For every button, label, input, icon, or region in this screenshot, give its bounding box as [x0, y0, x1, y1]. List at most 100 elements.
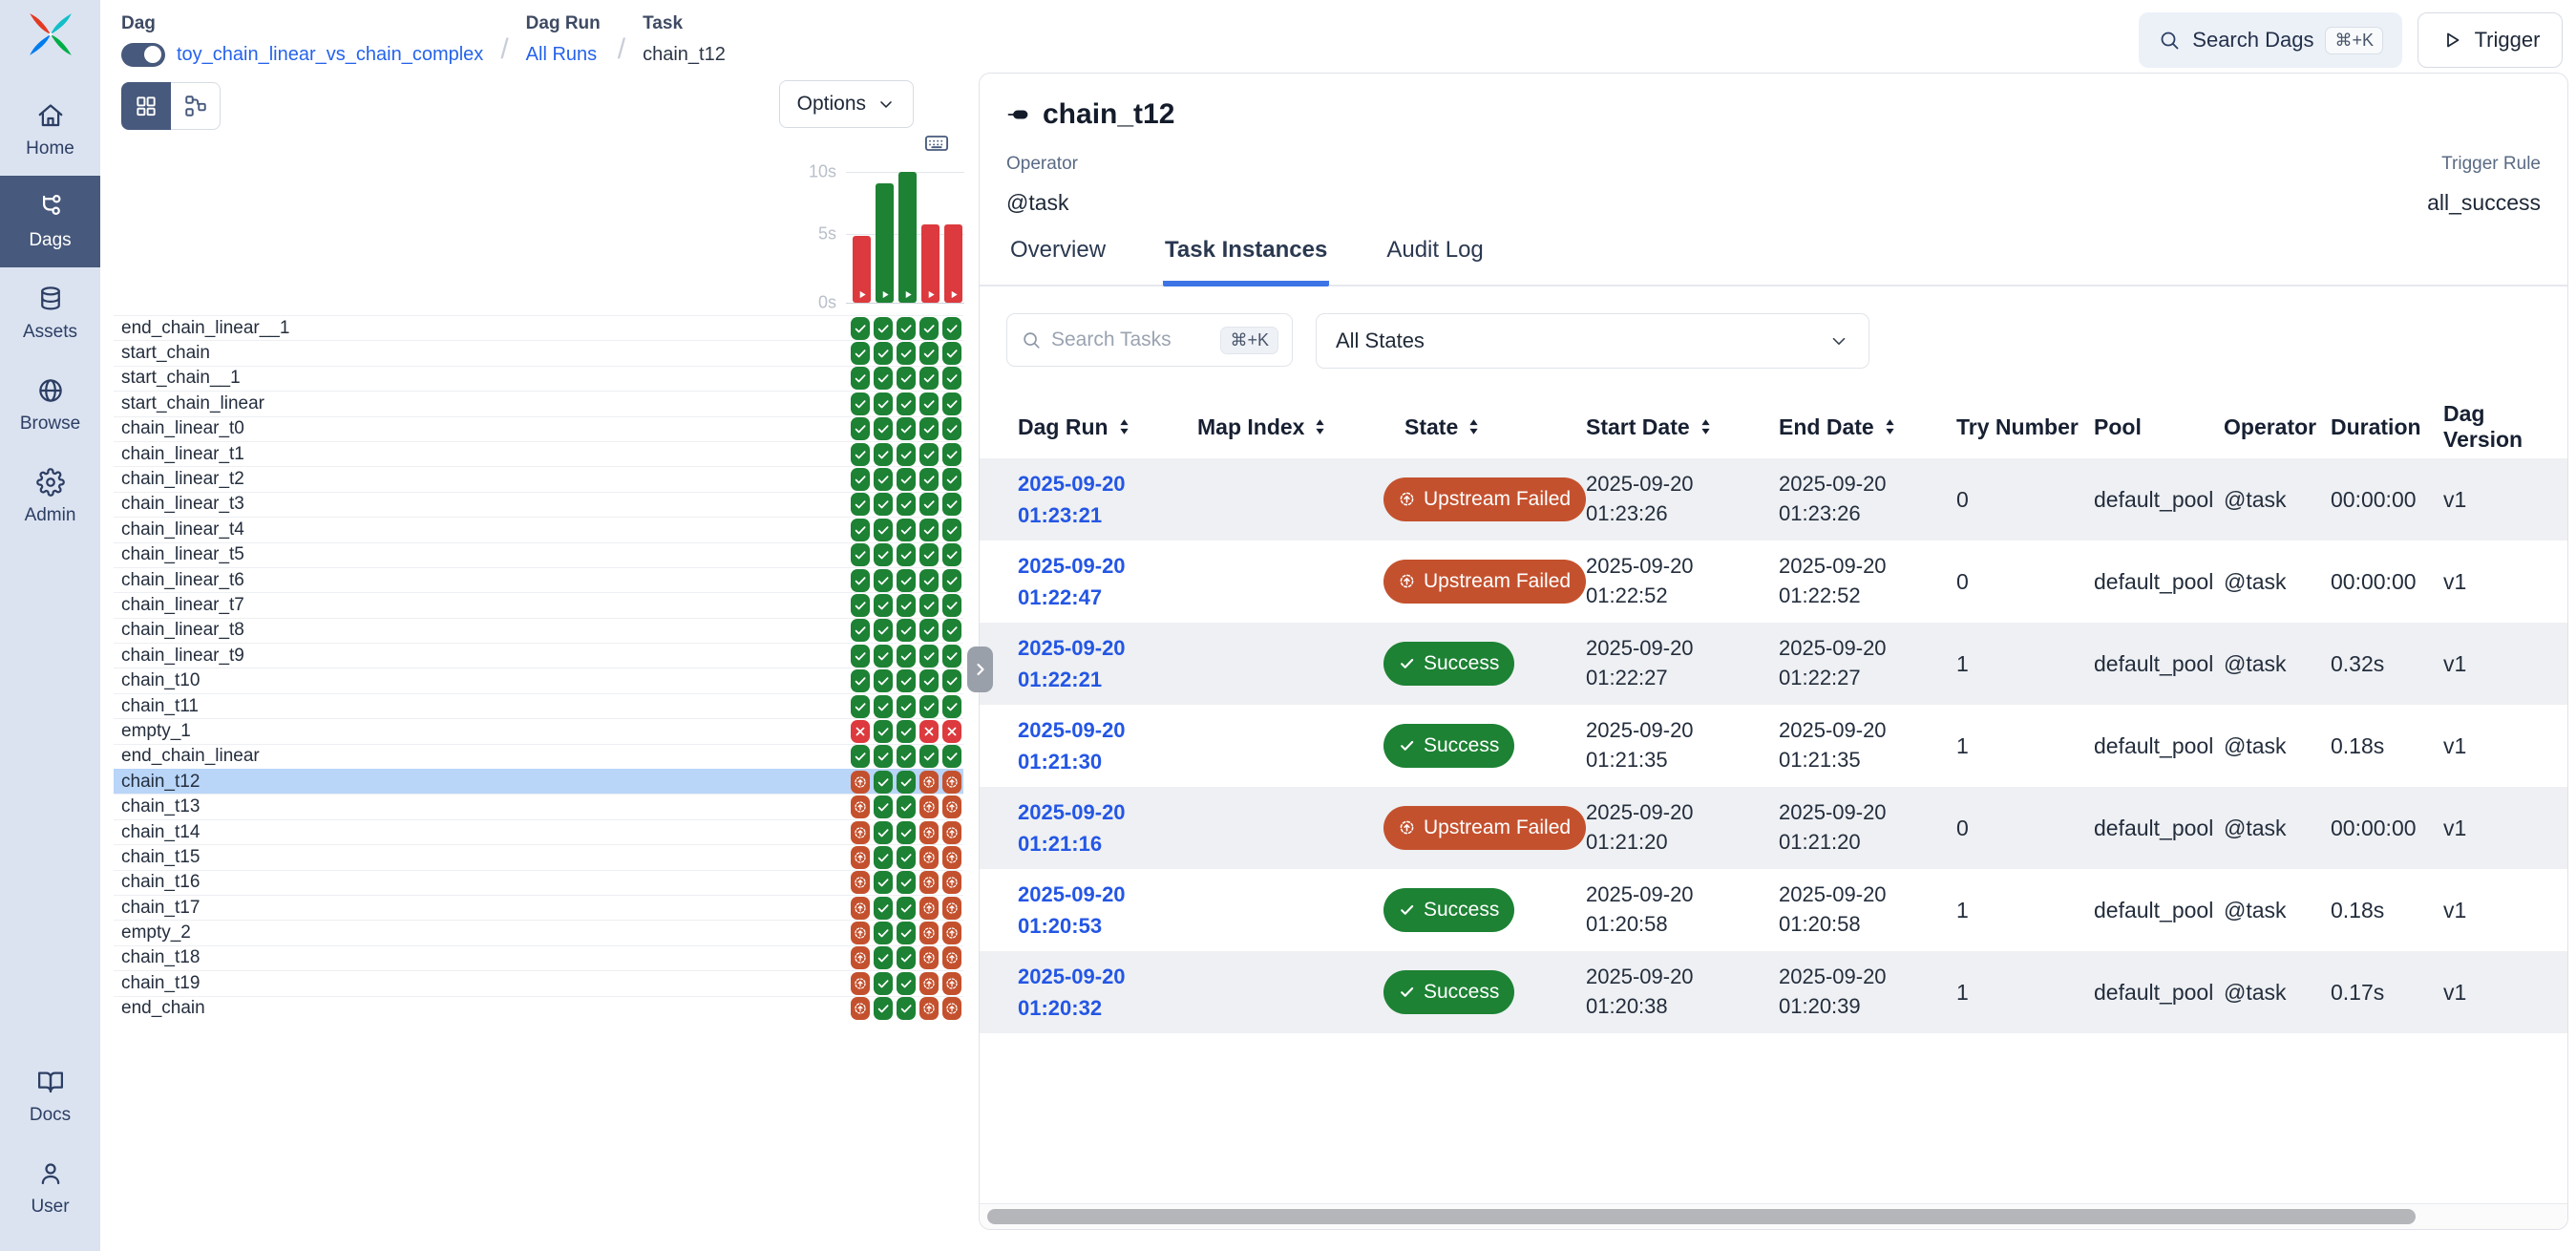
- task-instance-chip-success[interactable]: [851, 417, 870, 440]
- task-instance-chip-success[interactable]: [874, 468, 893, 491]
- task-instance-chip-success[interactable]: [874, 745, 893, 768]
- task-row[interactable]: chain_t18: [114, 945, 963, 970]
- task-instance-chip-success[interactable]: [919, 493, 939, 516]
- sidebar-item-admin[interactable]: Admin: [0, 451, 100, 542]
- task-row[interactable]: end_chain_linear: [114, 744, 963, 769]
- search-tasks-input[interactable]: [1051, 329, 1211, 351]
- task-instance-chip-success[interactable]: [874, 543, 893, 566]
- task-instance-chip-success[interactable]: [897, 720, 916, 743]
- task-instance-chip-success[interactable]: [851, 569, 870, 592]
- tab-audit-log[interactable]: Audit Log: [1384, 237, 1485, 286]
- task-instance-chip-success[interactable]: [874, 997, 893, 1020]
- task-instance-chip-success[interactable]: [919, 519, 939, 541]
- task-instance-chip-upstream_failed[interactable]: [919, 997, 939, 1020]
- task-instance-chip-success[interactable]: [851, 317, 870, 340]
- task-instance-chip-success[interactable]: [897, 392, 916, 415]
- options-button[interactable]: Options: [779, 80, 914, 128]
- task-instance-chip-success[interactable]: [919, 669, 939, 692]
- task-row[interactable]: chain_t13: [114, 794, 963, 818]
- airflow-logo[interactable]: [26, 10, 75, 59]
- task-instance-chip-upstream_failed[interactable]: [919, 771, 939, 794]
- task-instance-chip-upstream_failed[interactable]: [919, 972, 939, 995]
- task-instance-chip-upstream_failed[interactable]: [851, 922, 870, 944]
- task-instance-chip-success[interactable]: [851, 367, 870, 390]
- task-instance-chip-success[interactable]: [897, 519, 916, 541]
- task-instance-chip-success[interactable]: [919, 392, 939, 415]
- task-instance-chip-success[interactable]: [851, 695, 870, 718]
- task-instance-chip-success[interactable]: [897, 669, 916, 692]
- grid-view-button[interactable]: [121, 82, 171, 130]
- all-runs-link[interactable]: All Runs: [526, 44, 597, 66]
- dag-run-duration-bar[interactable]: [853, 236, 871, 303]
- task-instance-chip-success[interactable]: [874, 317, 893, 340]
- task-row[interactable]: chain_t14: [114, 819, 963, 844]
- tab-overview[interactable]: Overview: [1008, 237, 1108, 286]
- task-instance-chip-upstream_failed[interactable]: [942, 997, 961, 1020]
- task-row[interactable]: end_chain: [114, 996, 963, 1021]
- dag-run-link[interactable]: 2025-09-2001:21:16: [1018, 800, 1126, 856]
- task-instance-chip-success[interactable]: [942, 669, 961, 692]
- dag-run-duration-bar[interactable]: [944, 224, 962, 303]
- task-instance-chip-upstream_failed[interactable]: [919, 821, 939, 844]
- dag-pause-toggle[interactable]: [121, 43, 165, 67]
- dag-run-link[interactable]: 2025-09-2001:22:47: [1018, 554, 1126, 609]
- dag-link[interactable]: toy_chain_linear_vs_chain_complex: [177, 44, 483, 66]
- task-instance-chip-success[interactable]: [897, 871, 916, 894]
- task-instance-chip-success[interactable]: [897, 997, 916, 1020]
- dag-run-link[interactable]: 2025-09-2001:20:53: [1018, 882, 1126, 938]
- task-row[interactable]: chain_linear_t7: [114, 592, 963, 617]
- task-instance-chip-success[interactable]: [919, 367, 939, 390]
- task-instance-chip-success[interactable]: [851, 594, 870, 617]
- task-instance-chip-success[interactable]: [851, 645, 870, 668]
- task-row[interactable]: chain_linear_t9: [114, 643, 963, 668]
- task-instance-chip-success[interactable]: [919, 569, 939, 592]
- task-instance-chip-success[interactable]: [897, 569, 916, 592]
- dag-run-link[interactable]: 2025-09-2001:22:21: [1018, 636, 1126, 691]
- task-instance-chip-success[interactable]: [851, 493, 870, 516]
- task-instance-chip-success[interactable]: [897, 619, 916, 642]
- task-instance-chip-failed[interactable]: [919, 720, 939, 743]
- task-instance-chip-upstream_failed[interactable]: [851, 972, 870, 995]
- task-instance-chip-success[interactable]: [897, 972, 916, 995]
- task-instance-chip-success[interactable]: [919, 543, 939, 566]
- task-instance-chip-success[interactable]: [942, 443, 961, 466]
- task-instance-chip-upstream_failed[interactable]: [919, 871, 939, 894]
- task-instance-chip-success[interactable]: [874, 342, 893, 365]
- task-instance-chip-success[interactable]: [897, 417, 916, 440]
- task-instance-chip-success[interactable]: [919, 317, 939, 340]
- task-instance-chip-success[interactable]: [897, 468, 916, 491]
- task-row[interactable]: chain_t15: [114, 844, 963, 869]
- task-row[interactable]: chain_t19: [114, 970, 963, 995]
- task-instance-chip-success[interactable]: [897, 645, 916, 668]
- tab-task-instances[interactable]: Task Instances: [1163, 237, 1329, 286]
- task-instance-chip-success[interactable]: [851, 519, 870, 541]
- task-instance-chip-upstream_failed[interactable]: [919, 846, 939, 869]
- task-instance-chip-success[interactable]: [874, 392, 893, 415]
- dag-run-duration-bar[interactable]: [876, 183, 894, 303]
- task-instance-chip-success[interactable]: [874, 946, 893, 969]
- task-instance-chip-success[interactable]: [874, 619, 893, 642]
- task-instance-chip-success[interactable]: [851, 745, 870, 768]
- task-instance-chip-upstream_failed[interactable]: [851, 771, 870, 794]
- task-instance-chip-success[interactable]: [874, 821, 893, 844]
- dag-run-duration-bar[interactable]: [898, 172, 917, 303]
- task-instance-chip-upstream_failed[interactable]: [851, 821, 870, 844]
- search-dags-button[interactable]: Search Dags ⌘+K: [2139, 12, 2402, 68]
- task-instance-chip-success[interactable]: [851, 392, 870, 415]
- task-instance-chip-upstream_failed[interactable]: [919, 946, 939, 969]
- task-instance-chip-upstream_failed[interactable]: [851, 846, 870, 869]
- task-instance-chip-success[interactable]: [874, 897, 893, 920]
- task-instance-chip-failed[interactable]: [851, 720, 870, 743]
- column-header-start-date[interactable]: Start Date: [1586, 414, 1779, 440]
- task-row[interactable]: chain_t10: [114, 668, 963, 692]
- keyboard-shortcuts-icon[interactable]: [923, 130, 950, 157]
- task-instance-chip-success[interactable]: [897, 745, 916, 768]
- task-row[interactable]: end_chain_linear__1: [114, 315, 963, 340]
- task-instance-chip-upstream_failed[interactable]: [942, 846, 961, 869]
- task-instance-chip-upstream_failed[interactable]: [851, 871, 870, 894]
- graph-view-button[interactable]: [171, 82, 221, 130]
- task-instance-chip-success[interactable]: [874, 695, 893, 718]
- task-row[interactable]: start_chain__1: [114, 366, 963, 391]
- task-instance-chip-success[interactable]: [919, 745, 939, 768]
- task-instance-chip-success[interactable]: [897, 946, 916, 969]
